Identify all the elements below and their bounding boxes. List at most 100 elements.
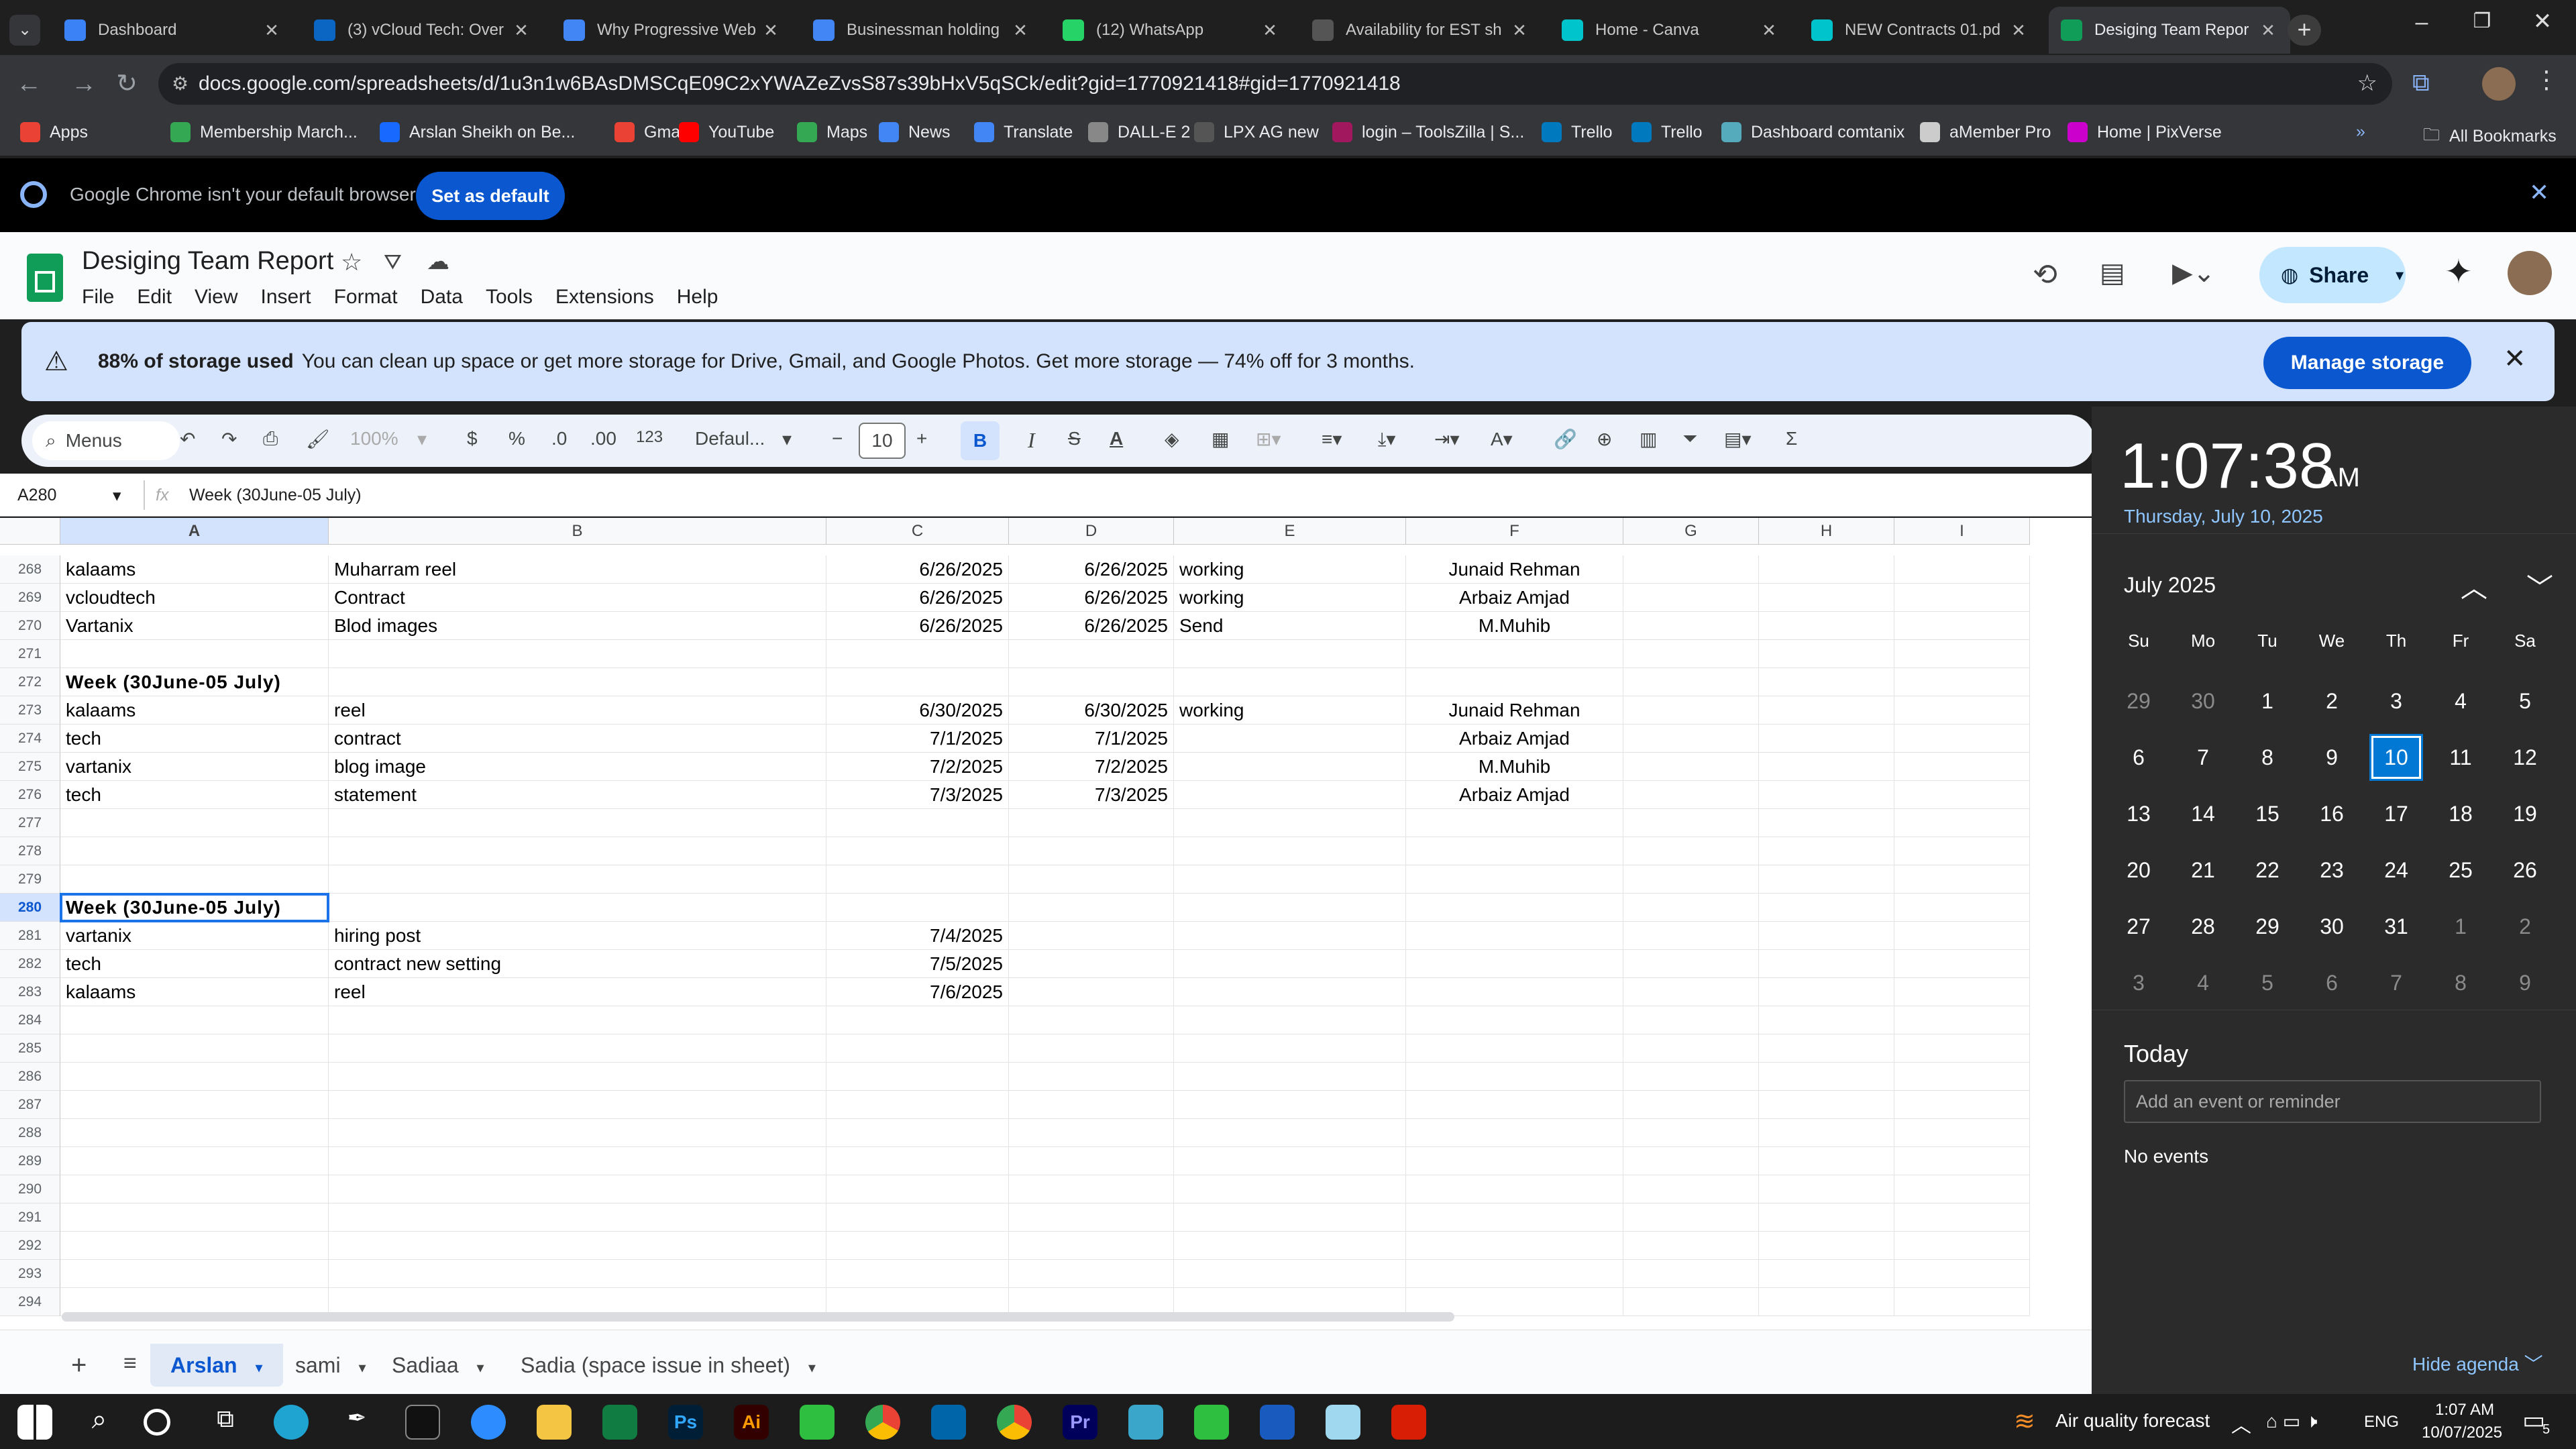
calendar-day[interactable]: 1 (2434, 903, 2487, 950)
calendar-day[interactable]: 7 (2369, 959, 2423, 1006)
grid-cell[interactable] (1894, 1034, 2030, 1063)
font-select[interactable]: Defaul... (695, 428, 765, 449)
cortana-icon[interactable] (144, 1409, 170, 1436)
grid-cell[interactable]: kalaams (60, 555, 329, 584)
grid-cell[interactable] (1174, 724, 1406, 753)
calendar-day[interactable]: 3 (2369, 678, 2423, 724)
grid-cell[interactable] (1406, 865, 1623, 894)
browser-tab[interactable]: (3) vCloud Tech: Over ✕ (302, 7, 543, 54)
calendar-day[interactable]: 11 (2434, 734, 2487, 781)
bookmark-item[interactable]: Trello (1631, 122, 1703, 142)
grid-cell[interactable]: tech (60, 781, 329, 809)
taskbar-date[interactable]: 10/07/2025 (2422, 1424, 2502, 1442)
grid-cell[interactable] (1759, 612, 1894, 640)
calendar-day[interactable]: 17 (2369, 790, 2423, 837)
move-icon[interactable]: ⛛ (384, 250, 402, 275)
grid-cell[interactable] (1623, 978, 1759, 1006)
close-tab-icon[interactable]: ✕ (1010, 20, 1030, 41)
filter-views-icon[interactable]: ▤▾ (1724, 428, 1752, 450)
zoom-select[interactable]: 100% (350, 428, 398, 449)
grid-cell[interactable] (1406, 640, 1623, 668)
bookmark-item[interactable]: aMember Pro (1920, 122, 2051, 142)
grid-cell[interactable] (1759, 724, 1894, 753)
document-title[interactable]: Desiging Team Report (82, 247, 333, 276)
grid-cell[interactable] (1406, 1175, 1623, 1203)
grid-cell[interactable] (1894, 894, 2030, 922)
grid-cell[interactable]: Blod images (329, 612, 826, 640)
grid-cell[interactable] (329, 1203, 826, 1232)
grid-cell[interactable] (329, 1232, 826, 1260)
pen-icon[interactable]: ✒ (339, 1405, 374, 1440)
grid-cell[interactable] (1894, 753, 2030, 781)
grid-cell[interactable] (60, 1175, 329, 1203)
grid-cell[interactable] (826, 1260, 1009, 1288)
grid-cell[interactable] (1894, 668, 2030, 696)
grid-cell[interactable] (1174, 1147, 1406, 1175)
grid-cell[interactable] (1009, 865, 1174, 894)
calendar-day[interactable]: 23 (2305, 847, 2359, 894)
notepad-icon[interactable] (1326, 1405, 1360, 1440)
grid-cell[interactable]: kalaams (60, 978, 329, 1006)
grid-cell[interactable] (1009, 922, 1174, 950)
grid-cell[interactable] (60, 809, 329, 837)
grid-cell[interactable]: 7/3/2025 (1009, 781, 1174, 809)
row-header[interactable]: 274 (0, 724, 60, 753)
grid-cell[interactable] (826, 1091, 1009, 1119)
calendar-day[interactable]: 15 (2241, 790, 2294, 837)
grid-cell[interactable] (1894, 1175, 2030, 1203)
grid-cell[interactable]: Arbaiz Amjad (1406, 584, 1623, 612)
grid-cell[interactable] (1759, 950, 1894, 978)
grid-cell[interactable] (1894, 555, 2030, 584)
grid-cell[interactable]: 7/1/2025 (1009, 724, 1174, 753)
row-header[interactable]: 294 (0, 1288, 60, 1316)
close-window-button[interactable]: ✕ (2522, 8, 2563, 35)
grid-cell[interactable] (329, 1119, 826, 1147)
grid-cell[interactable]: 6/30/2025 (1009, 696, 1174, 724)
column-header-i[interactable]: I (1894, 518, 2030, 545)
tab-search-button[interactable]: ⌄ (9, 15, 40, 46)
grid-cell[interactable] (1894, 950, 2030, 978)
grid-cell[interactable]: working (1174, 696, 1406, 724)
grid-cell[interactable] (1894, 1260, 2030, 1288)
grid-cell[interactable]: 7/3/2025 (826, 781, 1009, 809)
taskbar-time[interactable]: 1:07 AM (2435, 1401, 2494, 1419)
grid-cell[interactable] (1894, 922, 2030, 950)
grid-cell[interactable] (1759, 640, 1894, 668)
grid-cell[interactable]: Contract (329, 584, 826, 612)
calendar-day[interactable]: 14 (2176, 790, 2230, 837)
grid-cell[interactable] (1623, 555, 1759, 584)
grid-cell[interactable] (1174, 865, 1406, 894)
grid-cell[interactable]: reel (329, 696, 826, 724)
meet-icon[interactable]: ▶⌄ (2172, 258, 2215, 288)
grid-cell[interactable] (1759, 809, 1894, 837)
grid-cell[interactable] (1174, 1232, 1406, 1260)
column-header-f[interactable]: F (1406, 518, 1623, 545)
grid-cell[interactable] (1759, 1091, 1894, 1119)
text-color-button[interactable]: A (1110, 428, 1123, 449)
grid-cell[interactable]: Week (30June-05 July) (60, 893, 329, 922)
browser-tab[interactable]: NEW Contracts 01.pd ✕ (1799, 7, 2041, 54)
grid-cell[interactable] (1623, 1288, 1759, 1316)
bookmark-item[interactable]: Membership March... (170, 122, 358, 142)
functions-icon[interactable]: Σ (1786, 428, 1797, 449)
grid-cell[interactable] (60, 837, 329, 865)
row-header[interactable]: 272 (0, 668, 60, 696)
manage-storage-button[interactable]: Manage storage (2263, 337, 2471, 389)
grid-cell[interactable] (1759, 1034, 1894, 1063)
close-tab-icon[interactable]: ✕ (1759, 20, 1779, 41)
grid-cell[interactable]: working (1174, 584, 1406, 612)
chrome-icon[interactable] (865, 1405, 900, 1440)
browser-tab[interactable]: Desiging Team Repor ✕ (2049, 7, 2290, 54)
grid-cell[interactable] (826, 894, 1009, 922)
restore-window-button[interactable]: ❐ (2462, 9, 2502, 33)
calendar-day[interactable]: 5 (2498, 678, 2552, 724)
calendar-day[interactable]: 18 (2434, 790, 2487, 837)
green-app-icon[interactable] (800, 1405, 835, 1440)
grid-cell[interactable] (1759, 978, 1894, 1006)
bookmark-item[interactable]: Home | PixVerse (2068, 122, 2222, 142)
name-box[interactable]: A280 (17, 486, 56, 505)
grid-cell[interactable] (329, 1063, 826, 1091)
calendar-day[interactable]: 12 (2498, 734, 2552, 781)
grid-cell[interactable]: working (1174, 555, 1406, 584)
grid-cell[interactable] (1894, 809, 2030, 837)
